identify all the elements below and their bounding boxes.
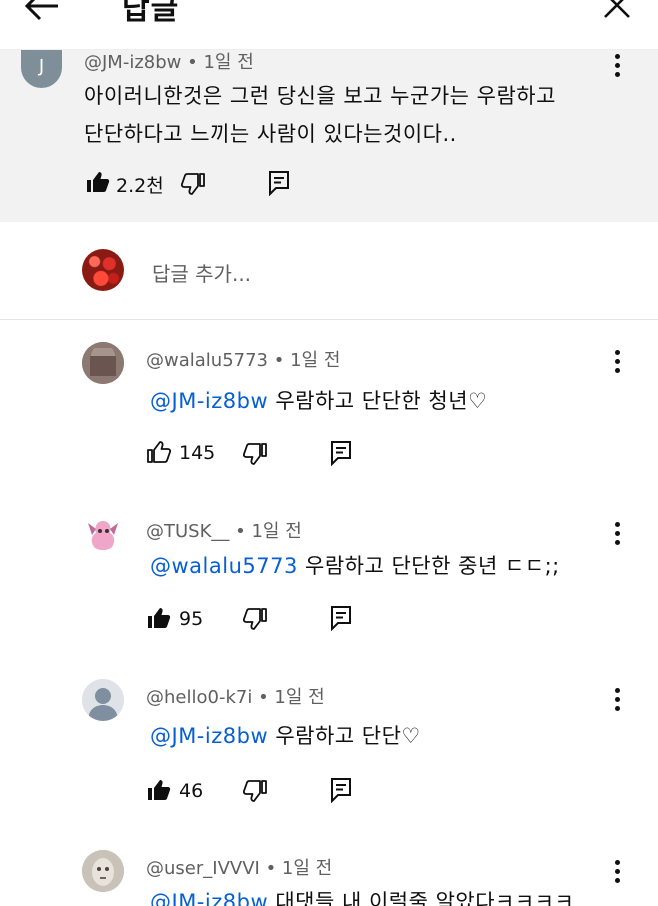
meta-separator: • bbox=[258, 687, 275, 708]
reply-icon[interactable] bbox=[330, 777, 352, 803]
reply-time: 1일 전 bbox=[281, 858, 333, 879]
dislike-icon[interactable] bbox=[243, 442, 267, 466]
avatar[interactable] bbox=[82, 342, 124, 384]
reply-meta: @TUSK__ • 1일 전 bbox=[146, 517, 302, 543]
like-filled-icon[interactable] bbox=[86, 170, 110, 194]
comment-meta: @JM-iz8bw • 1일 전 bbox=[84, 48, 254, 74]
reply-meta: @hello0-k7i • 1일 전 bbox=[146, 683, 325, 709]
dislike-icon[interactable] bbox=[181, 172, 205, 196]
reply-input[interactable]: 답글 추가... bbox=[152, 258, 251, 287]
reply-author[interactable]: @user_IVVVI bbox=[146, 858, 260, 879]
comment-text-line2: 단단하다고 느끼는 사람이 있다는것이다.. bbox=[84, 122, 457, 146]
close-icon[interactable] bbox=[600, 0, 634, 22]
like-icon[interactable] bbox=[147, 440, 171, 464]
reply-content: 우람하고 단단한 중년 ㄷㄷ;; bbox=[305, 554, 560, 578]
reply-author[interactable]: @TUSK__ bbox=[146, 521, 229, 542]
parent-comment: J @JM-iz8bw • 1일 전 아이러니한것은 그런 당신을 보고 누군가… bbox=[0, 50, 658, 222]
more-options-icon[interactable] bbox=[613, 860, 621, 886]
reply-meta: @walalu5773 • 1일 전 bbox=[146, 346, 340, 372]
back-arrow-icon[interactable] bbox=[22, 0, 62, 24]
meta-separator: • bbox=[273, 350, 291, 371]
avatar[interactable]: J bbox=[21, 50, 62, 88]
more-options-icon[interactable] bbox=[613, 688, 621, 714]
meta-separator: • bbox=[265, 858, 282, 879]
more-options-icon[interactable] bbox=[613, 350, 621, 376]
mention-link[interactable]: @JM-iz8bw bbox=[150, 389, 268, 413]
meta-separator: • bbox=[235, 521, 252, 542]
reply-text: @JM-iz8bw 우람하고 단단♡ bbox=[150, 720, 421, 750]
reply-icon[interactable] bbox=[268, 170, 290, 196]
reply-content: 우람하고 단단한 청년♡ bbox=[275, 389, 488, 413]
reply-meta: @user_IVVVI • 1일 전 bbox=[146, 854, 332, 880]
dislike-icon[interactable] bbox=[243, 607, 267, 631]
reply-author[interactable]: @hello0-k7i bbox=[146, 687, 252, 708]
meta-separator: • bbox=[187, 52, 204, 73]
avatar[interactable] bbox=[82, 513, 124, 555]
page-title: 답글 bbox=[122, 0, 180, 27]
like-count: 95 bbox=[179, 608, 204, 630]
my-avatar[interactable] bbox=[82, 249, 124, 291]
avatar[interactable] bbox=[82, 850, 124, 892]
mention-link[interactable]: @JM-iz8bw bbox=[150, 890, 268, 906]
mention-link[interactable]: @JM-iz8bw bbox=[150, 724, 268, 748]
replies-page: 답글 J @JM-iz8bw • 1일 전 아이러니한것은 그런 당신을 보고 … bbox=[0, 0, 658, 906]
reply-time: 1일 전 bbox=[251, 521, 302, 542]
add-reply-row[interactable]: 답글 추가... bbox=[0, 222, 658, 320]
reply-content: 우람하고 단단♡ bbox=[275, 724, 421, 748]
mention-link[interactable]: @walalu5773 bbox=[150, 554, 298, 578]
like-count: 145 bbox=[179, 442, 216, 464]
header: 답글 bbox=[0, 0, 658, 50]
reply-text: @JM-iz8bw 대댓들 내 이럴줄 알았다ㅋㅋㅋㅋ bbox=[150, 886, 574, 906]
reply-icon[interactable] bbox=[330, 440, 352, 466]
avatar[interactable] bbox=[82, 679, 124, 721]
reply-text: @JM-iz8bw 우람하고 단단한 청년♡ bbox=[150, 385, 487, 415]
like-count: 2.2천 bbox=[116, 175, 164, 197]
like-count: 46 bbox=[179, 780, 204, 802]
comment-text-line1: 아이러니한것은 그런 당신을 보고 누군가는 우람하고 bbox=[84, 84, 556, 108]
reply-author[interactable]: @walalu5773 bbox=[146, 350, 268, 371]
reply-time: 1일 전 bbox=[274, 687, 325, 708]
like-filled-icon[interactable] bbox=[147, 778, 171, 802]
reply-icon[interactable] bbox=[330, 605, 352, 631]
comment-author[interactable]: @JM-iz8bw bbox=[84, 52, 181, 73]
reply-content: 대댓들 내 이럴줄 알았다ㅋㅋㅋㅋ bbox=[275, 890, 575, 906]
comment-time: 1일 전 bbox=[203, 52, 254, 73]
dislike-icon[interactable] bbox=[243, 779, 267, 803]
more-options-icon[interactable] bbox=[613, 522, 621, 548]
reply-text: @walalu5773 우람하고 단단한 중년 ㄷㄷ;; bbox=[150, 550, 560, 580]
more-options-icon[interactable] bbox=[613, 54, 621, 80]
like-filled-icon[interactable] bbox=[147, 606, 171, 630]
reply-time: 1일 전 bbox=[290, 350, 341, 371]
